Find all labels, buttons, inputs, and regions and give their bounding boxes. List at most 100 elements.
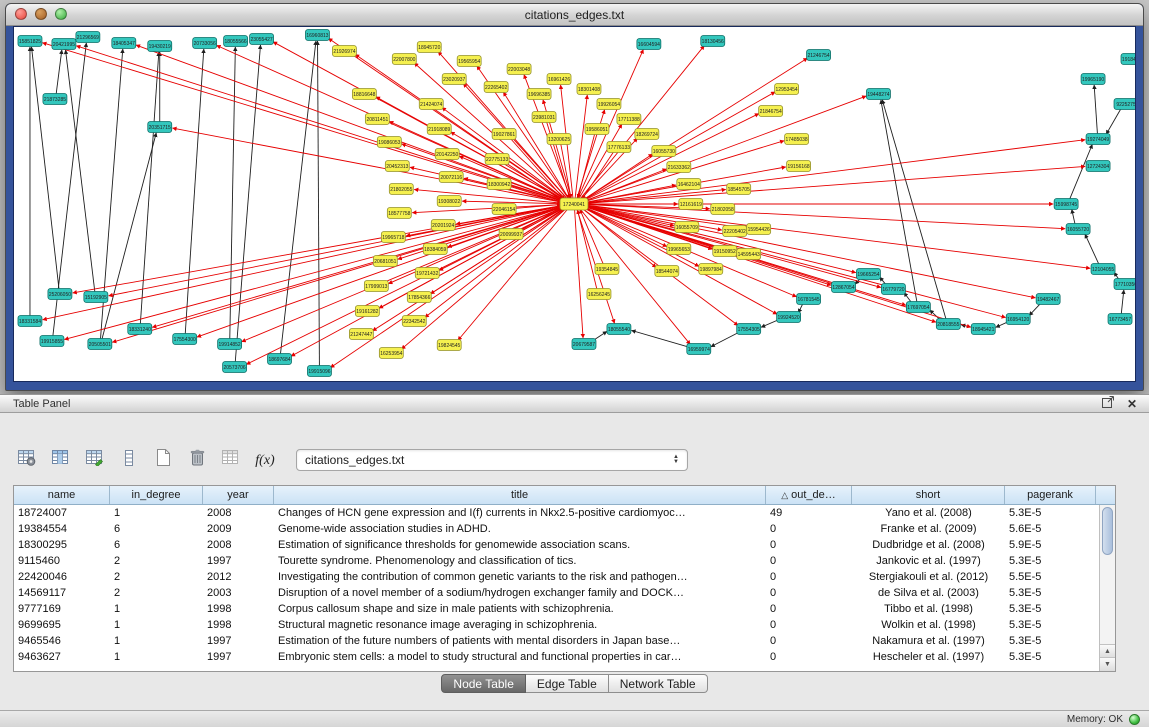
graph-node[interactable]: 16773457 [1108, 314, 1132, 325]
table-row[interactable]: 969969511998Structural magnetic resonanc… [14, 617, 1099, 633]
graph-node[interactable]: 19430219 [148, 41, 172, 52]
column-header-name[interactable]: name [14, 486, 110, 504]
graph-node[interactable]: 18331240 [128, 324, 152, 335]
graph-node[interactable]: 20421995 [52, 39, 76, 50]
graph-node[interactable]: 21246754 [807, 50, 831, 61]
graph-node[interactable]: 12161619 [679, 199, 703, 210]
graph-node[interactable]: 23981031 [532, 112, 556, 123]
row-tools-button[interactable] [114, 447, 144, 474]
graph-node[interactable]: 19965653 [667, 244, 691, 255]
graph-node[interactable]: 19665254 [856, 269, 880, 280]
graph-node[interactable]: 19965718 [381, 232, 405, 243]
column-header-title[interactable]: title [274, 486, 766, 504]
graph-node[interactable]: 17554305 [737, 324, 761, 335]
graph-node[interactable]: 20733056 [193, 38, 217, 49]
graph-node[interactable]: 19274049 [1086, 134, 1110, 145]
graph-node[interactable]: 19354845 [595, 264, 619, 275]
table-row[interactable]: 2242004622012Investigating the contribut… [14, 569, 1099, 585]
table-row[interactable]: 1872400712008Changes of HCN gene express… [14, 505, 1099, 521]
tab-network-table[interactable]: Network Table [609, 674, 708, 693]
graph-node[interactable]: 19915855 [40, 336, 64, 347]
graph-node[interactable]: 19150952 [713, 246, 737, 257]
graph-node[interactable]: 18816648 [352, 89, 376, 100]
graph-node[interactable]: 22007800 [392, 54, 416, 65]
graph-node[interactable]: 19308022 [437, 196, 461, 207]
graph-node[interactable]: 22342542 [402, 316, 426, 327]
graph-node[interactable]: 21918089 [427, 124, 451, 135]
graph-node[interactable]: 18945720 [417, 42, 441, 53]
graph-node[interactable]: 16604594 [637, 39, 661, 50]
graph-node[interactable]: 19721432 [415, 268, 439, 279]
graph-node[interactable]: 16959974 [687, 344, 711, 355]
column-header-in_degree[interactable]: in_degree [110, 486, 203, 504]
graph-node[interactable]: 17854366 [407, 292, 431, 303]
graph-node[interactable]: 16055709 [675, 222, 699, 233]
table-row[interactable]: 911546021997Tourette syndrome. Phenomeno… [14, 553, 1099, 569]
graph-node[interactable]: 19161282 [355, 306, 379, 317]
graph-node[interactable]: 20505501 [88, 339, 112, 350]
graph-node[interactable]: 16779720 [881, 284, 905, 295]
tab-edge-table[interactable]: Edge Table [526, 674, 609, 693]
graph-node[interactable]: 15954426 [747, 224, 771, 235]
graph-node[interactable]: 16781545 [797, 294, 821, 305]
graph-node[interactable]: 17776133 [607, 142, 631, 153]
graph-node[interactable]: 16961426 [547, 74, 571, 85]
graph-node[interactable]: 17999013 [364, 281, 388, 292]
close-panel-icon[interactable]: ✕ [1127, 398, 1137, 410]
graph-node[interactable]: 16253954 [379, 348, 403, 359]
graph-node[interactable]: 12953454 [775, 84, 799, 95]
graph-node[interactable]: 17710350 [1114, 279, 1135, 290]
graph-node[interactable]: 25206050 [48, 289, 72, 300]
graph-node[interactable]: 18405347 [112, 38, 136, 49]
graph-node[interactable]: 22775133 [485, 154, 509, 165]
graph-node[interactable]: 15851825 [18, 36, 42, 47]
graph-node[interactable]: 12867054 [832, 282, 856, 293]
graph-node[interactable]: 21846754 [759, 106, 783, 117]
close-button[interactable] [15, 8, 27, 20]
table-row[interactable]: 946362711997Embryonic stem cells: a mode… [14, 649, 1099, 665]
graph-node[interactable]: 19448274 [866, 89, 890, 100]
table-row[interactable]: 977716911998Corpus callosum shape and si… [14, 601, 1099, 617]
network-canvas[interactable]: 1724004121926974188166482081145119086053… [13, 26, 1136, 382]
graph-node[interactable]: 16462104 [677, 179, 701, 190]
scroll-down-button[interactable]: ▼ [1100, 657, 1115, 671]
graph-node[interactable]: 19027861 [492, 129, 516, 140]
table-edit-button[interactable] [80, 447, 110, 474]
tab-node-table[interactable]: Node Table [441, 674, 526, 693]
graph-node[interactable]: 18331584 [18, 316, 42, 327]
window-titlebar[interactable]: citations_edges.txt [6, 4, 1143, 26]
graph-node[interactable]: 17240041 [560, 198, 588, 210]
graph-node[interactable]: 21873285 [43, 94, 67, 105]
graph-node[interactable]: 19914852 [218, 339, 242, 350]
table-scrollbar[interactable]: ▲ ▼ [1099, 505, 1115, 671]
graph-node[interactable]: 21926974 [332, 46, 356, 57]
graph-node[interactable]: 19965190 [1081, 74, 1105, 85]
graph-node[interactable]: 17711388 [617, 114, 641, 125]
graph-node[interactable]: 18544074 [655, 266, 679, 277]
graph-node[interactable]: 12724304 [1086, 161, 1110, 172]
graph-node[interactable]: 16055720 [1066, 224, 1090, 235]
graph-node[interactable]: 20099937 [499, 229, 523, 240]
graph-node[interactable]: 16055730 [652, 146, 676, 157]
network-graph[interactable]: 1724004121926974188166482081145119086053… [14, 27, 1135, 381]
graph-node[interactable]: 20818555 [936, 319, 960, 330]
table-columns-button[interactable] [46, 447, 76, 474]
column-header-short[interactable]: short [852, 486, 1005, 504]
graph-node[interactable]: 18055540 [607, 324, 631, 335]
graph-node[interactable]: 20679587 [572, 339, 596, 350]
column-header-year[interactable]: year [203, 486, 274, 504]
graph-node[interactable]: 20681051 [373, 256, 397, 267]
graph-node[interactable]: 18130456 [701, 36, 725, 47]
graph-node[interactable]: 13200625 [547, 134, 571, 145]
graph-node[interactable]: 18055566 [224, 36, 248, 47]
graph-node[interactable]: 20351715 [148, 122, 172, 133]
table-row[interactable]: 946554611997Estimation of the future num… [14, 633, 1099, 649]
float-panel-icon[interactable] [1102, 395, 1115, 413]
graph-node[interactable]: 21296569 [76, 32, 100, 43]
scroll-up-button[interactable]: ▲ [1100, 644, 1115, 658]
graph-node[interactable]: 19824545 [437, 340, 461, 351]
graph-node[interactable]: 18577758 [387, 208, 411, 219]
graph-node[interactable]: 18269724 [635, 129, 659, 140]
graph-node[interactable]: 17697054 [906, 302, 930, 313]
graph-node[interactable]: 20201924 [431, 220, 455, 231]
